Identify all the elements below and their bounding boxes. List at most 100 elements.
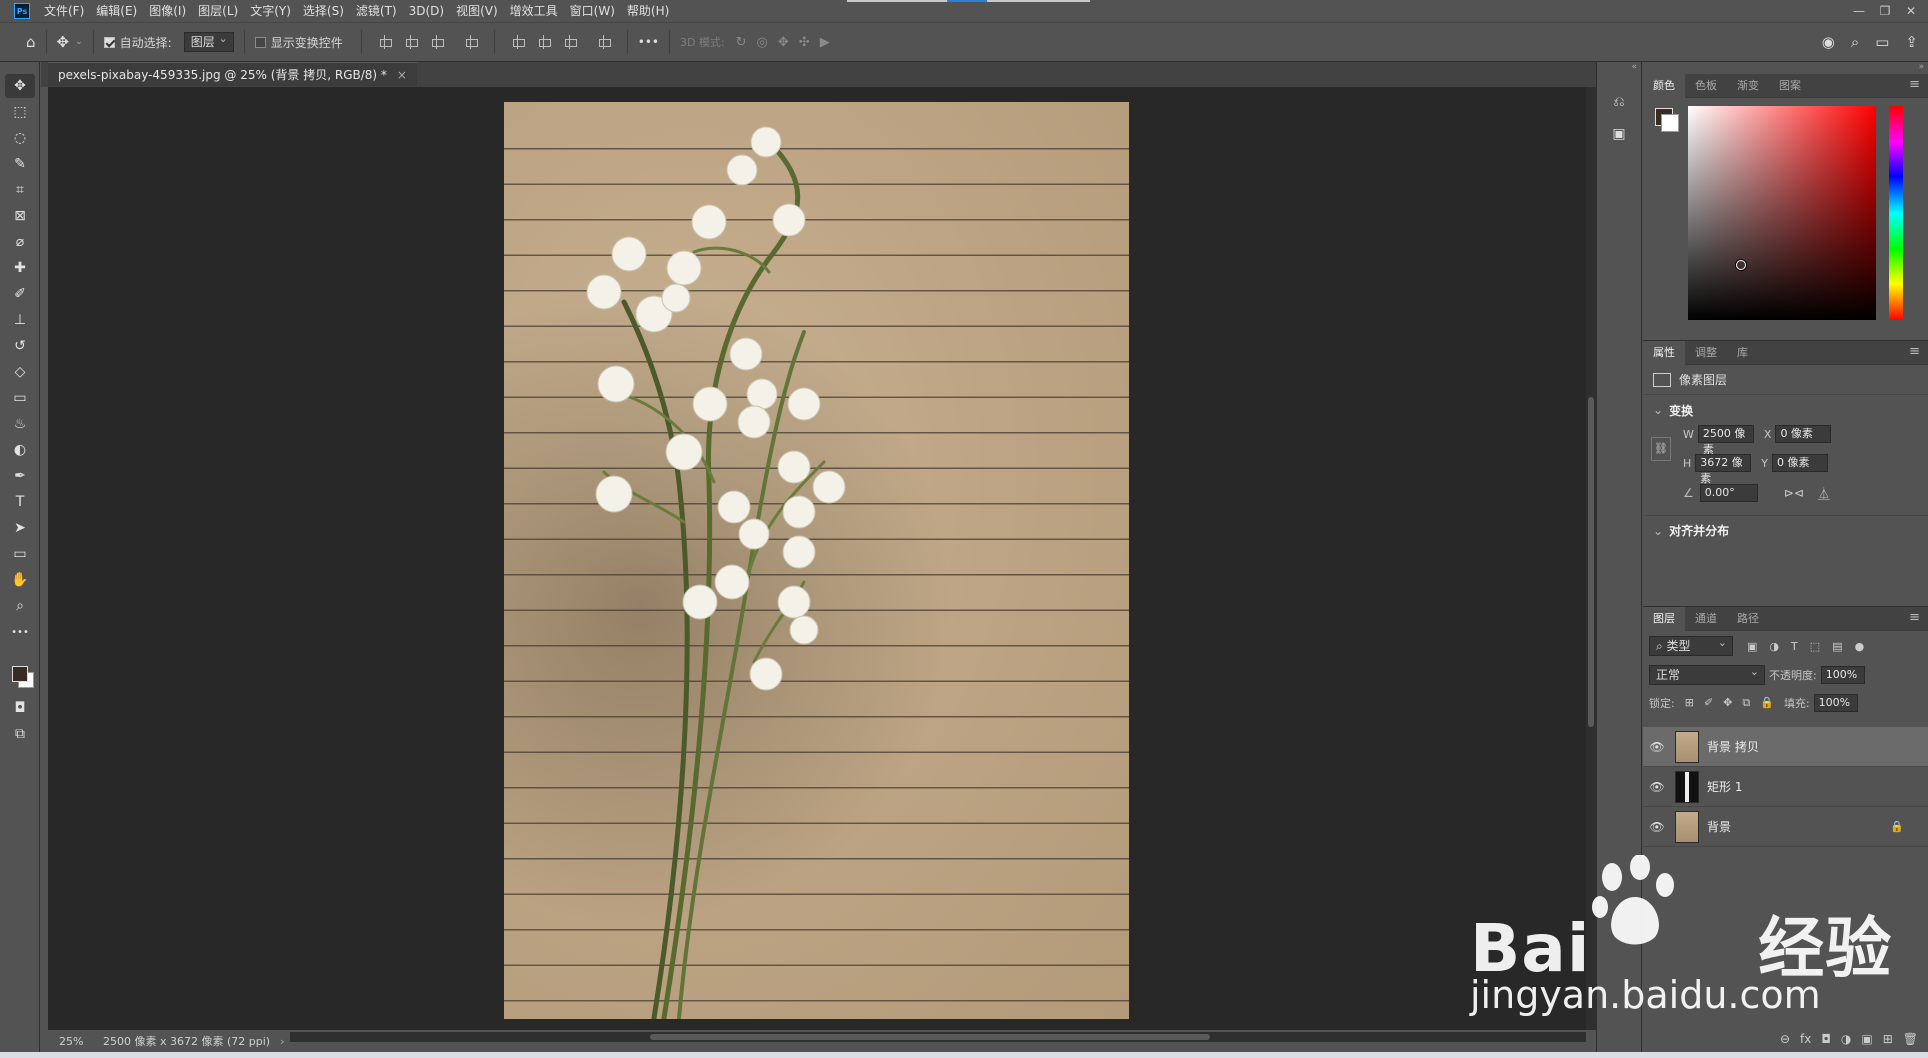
height-field[interactable]: 3672 像素 (1695, 454, 1752, 485)
tab-swatches[interactable]: 色板 (1685, 74, 1727, 98)
visibility-eye-icon[interactable]: 👁 (1643, 820, 1671, 834)
crop-tool-icon[interactable]: ⌗ (5, 178, 35, 202)
menu-item[interactable]: 图像(I) (143, 0, 192, 22)
layer-name[interactable]: 矩形 1 (1707, 778, 1742, 795)
menu-item[interactable]: 3D(D) (403, 0, 450, 22)
width-field[interactable]: 2500 像素 (1697, 425, 1754, 456)
chevron-down-icon[interactable]: ⌄ (75, 37, 83, 47)
add-mask-icon[interactable]: ◘ (1821, 1032, 1831, 1046)
lasso-tool-icon[interactable]: ◌ (5, 126, 35, 150)
tab-paths[interactable]: 路径 (1727, 607, 1769, 631)
saturation-brightness-field[interactable] (1688, 106, 1876, 320)
filter-adjustment-icon[interactable]: ◑ (1769, 640, 1779, 653)
collapse-arrows-icon[interactable]: « (1597, 62, 1641, 82)
lock-all-icon[interactable]: 🔒 (1760, 696, 1774, 710)
home-icon[interactable]: ⌂ (26, 33, 36, 51)
zoom-tool-icon[interactable]: ⌕ (5, 594, 35, 618)
zoom-level[interactable]: 25% (41, 1035, 83, 1048)
lock-position-icon[interactable]: ✥ (1723, 696, 1732, 710)
healing-tool-icon[interactable]: ✚ (5, 256, 35, 280)
menu-item[interactable]: 滤镜(T) (350, 0, 403, 22)
new-layer-icon[interactable]: ⊞ (1883, 1032, 1893, 1046)
distribute-vertical-icon[interactable] (597, 35, 611, 49)
blur-tool-icon[interactable]: ♨ (5, 412, 35, 436)
tab-libraries[interactable]: 库 (1727, 341, 1758, 365)
menu-item[interactable]: 选择(S) (297, 0, 350, 22)
quick-mask-icon[interactable]: ◘ (5, 696, 35, 720)
blend-mode-dropdown[interactable]: 正常 (1649, 663, 1765, 685)
menu-item[interactable]: 图层(L) (192, 0, 244, 22)
shape-tool-icon[interactable]: ▭ (5, 542, 35, 566)
workspace-icon[interactable]: ▭ (1875, 33, 1889, 51)
align-section-header[interactable]: ⌄ 对齐并分布 (1643, 515, 1928, 545)
filter-pixel-icon[interactable]: ▣ (1747, 640, 1757, 653)
filter-shape-icon[interactable]: ⬚ (1810, 640, 1820, 653)
dodge-tool-icon[interactable]: ◐ (5, 438, 35, 462)
visibility-eye-icon[interactable]: 👁 (1643, 780, 1671, 794)
export-icon[interactable]: ⇪ (1905, 33, 1918, 51)
align-bottom-icon[interactable] (563, 35, 577, 49)
move-tool-options-icon[interactable]: ✥ (57, 33, 70, 51)
angle-field[interactable]: 0.00° (1699, 484, 1758, 502)
close-tab-icon[interactable]: × (397, 68, 407, 82)
eyedropper-tool-icon[interactable]: ⌀ (5, 230, 35, 254)
tab-color[interactable]: 颜色 (1643, 73, 1685, 98)
more-tools-icon[interactable]: ••• (5, 620, 35, 644)
history-panel-icon[interactable]: ⎌ (1605, 90, 1633, 114)
link-layers-icon[interactable]: ⊖ (1780, 1032, 1790, 1046)
foreground-color-swatch[interactable] (12, 666, 28, 682)
menu-item[interactable]: 编辑(E) (90, 0, 143, 22)
flip-horizontal-icon[interactable]: ⊳⊲ (1784, 486, 1804, 500)
distribute-icon[interactable] (464, 35, 478, 49)
align-top-icon[interactable] (511, 35, 525, 49)
menu-item[interactable]: 窗口(W) (564, 0, 621, 22)
new-group-icon[interactable]: ▣ (1861, 1032, 1872, 1046)
tab-adjustments[interactable]: 调整 (1685, 341, 1727, 365)
align-hcenter-icon[interactable] (404, 35, 418, 49)
move-tool-icon[interactable]: ✥ (5, 74, 35, 98)
history-brush-tool-icon[interactable]: ↺ (5, 334, 35, 358)
close-button[interactable]: ✕ (1898, 4, 1924, 18)
align-right-icon[interactable] (430, 35, 444, 49)
status-menu-arrow[interactable]: › (280, 1035, 284, 1048)
filter-type-icon[interactable]: T (1791, 640, 1798, 653)
background-swatch[interactable] (1661, 114, 1679, 132)
tab-gradients[interactable]: 渐变 (1727, 74, 1769, 98)
layer-name[interactable]: 背景 拷贝 (1707, 738, 1759, 755)
layer-lock-icon[interactable]: 🔒 (1890, 820, 1904, 833)
opacity-field[interactable]: 100% (1820, 666, 1865, 684)
x-field[interactable]: 0 像素 (1775, 425, 1832, 443)
show-transform-checkbox[interactable] (254, 36, 266, 48)
document-tab[interactable]: pexels-pixabay-459335.jpg @ 25% (背景 拷贝, … (48, 62, 417, 86)
minimize-button[interactable]: — (1846, 4, 1872, 18)
hue-slider[interactable] (1889, 106, 1903, 320)
menu-item[interactable]: 文字(Y) (244, 0, 297, 22)
document-canvas-image[interactable] (504, 102, 1129, 1019)
lock-image-icon[interactable]: ✐ (1704, 696, 1713, 710)
layer-name[interactable]: 背景 (1707, 818, 1731, 835)
tab-layers[interactable]: 图层 (1643, 606, 1685, 631)
auto-select-checkbox[interactable] (103, 36, 115, 48)
search-icon[interactable]: ⌕ (1851, 33, 1859, 51)
filter-smart-object-icon[interactable]: ▤ (1832, 640, 1842, 653)
tab-patterns[interactable]: 图案 (1769, 74, 1811, 98)
align-left-icon[interactable] (378, 35, 392, 49)
share-icon[interactable]: ◉ (1822, 33, 1835, 51)
adjustment-layer-icon[interactable]: ◑ (1841, 1032, 1851, 1046)
frame-tool-icon[interactable]: ⊠ (5, 204, 35, 228)
align-vcenter-icon[interactable] (537, 35, 551, 49)
filter-toggle-icon[interactable]: ● (1855, 640, 1865, 653)
color-swatches[interactable] (0, 652, 39, 688)
tab-properties[interactable]: 属性 (1643, 340, 1685, 365)
more-options-button[interactable]: ••• (638, 35, 659, 49)
fill-field[interactable]: 100% (1813, 694, 1858, 712)
restore-button[interactable]: ❐ (1872, 4, 1898, 18)
hand-tool-icon[interactable]: ✋ (5, 568, 35, 592)
quick-select-tool-icon[interactable]: ✎ (5, 152, 35, 176)
fx-icon[interactable]: fx (1800, 1032, 1811, 1046)
y-field[interactable]: 0 像素 (1772, 454, 1829, 472)
pen-tool-icon[interactable]: ✒ (5, 464, 35, 488)
type-tool-icon[interactable]: T (5, 490, 35, 514)
marquee-tool-icon[interactable]: ⬚ (5, 100, 35, 124)
auto-select-target-dropdown[interactable]: 图层 (183, 30, 234, 52)
